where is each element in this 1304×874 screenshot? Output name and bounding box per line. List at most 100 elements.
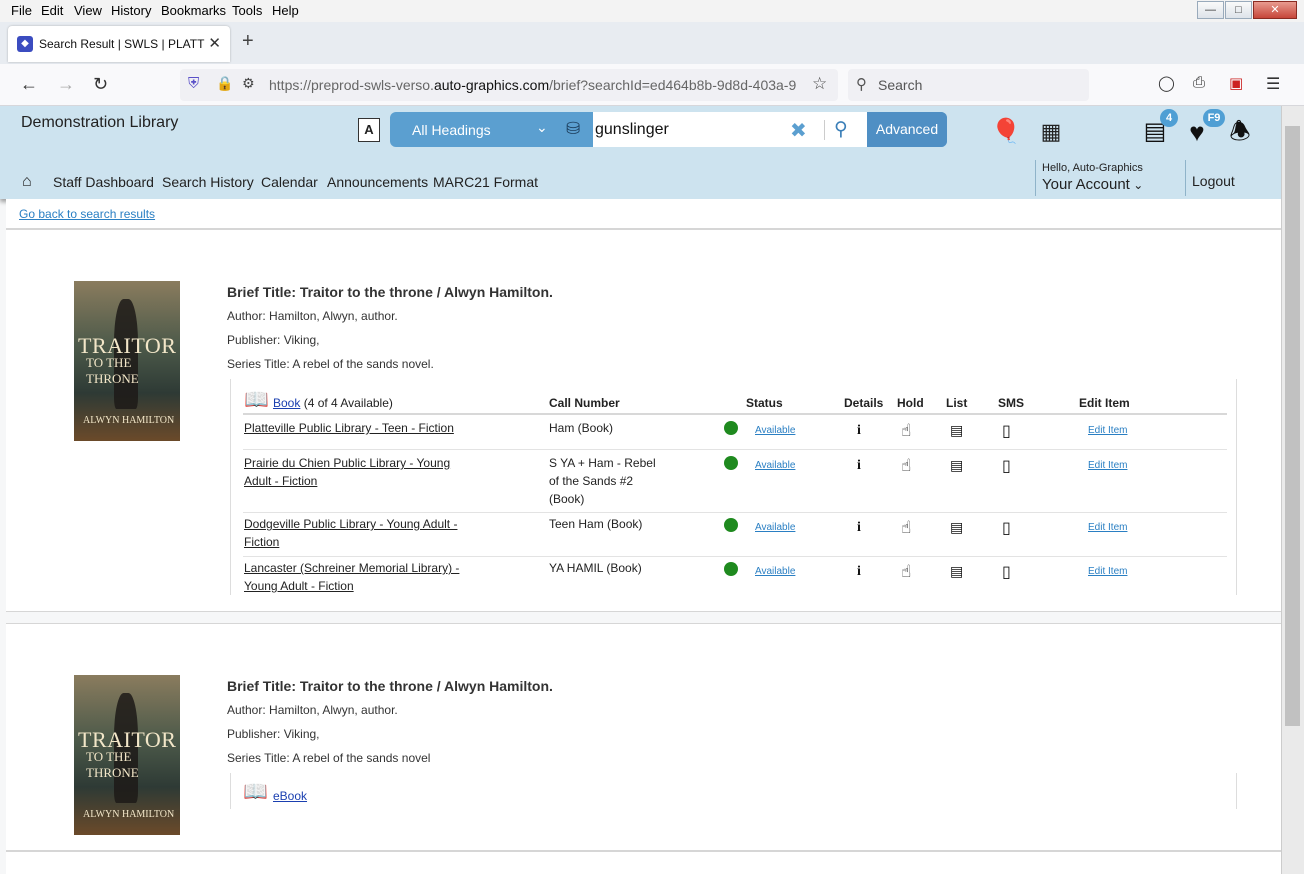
- back-arrow-icon[interactable]: ←: [20, 74, 38, 95]
- hold-hand-icon[interactable]: ☝: [901, 421, 911, 441]
- tab-strip: ◆ Search Result | SWLS | PLATT | A ✕ +: [0, 22, 1304, 64]
- browser-tab[interactable]: ◆ Search Result | SWLS | PLATT | A ✕: [8, 26, 230, 62]
- home-icon[interactable]: ⌂: [22, 173, 32, 191]
- notifications-bell-icon[interactable]: 🕭: [1224, 116, 1256, 148]
- bookmark-star-icon[interactable]: ☆: [812, 74, 827, 94]
- new-tab-icon[interactable]: +: [242, 30, 254, 53]
- clear-search-icon[interactable]: ✖: [790, 118, 807, 143]
- cover-author: ALWYN HAMILTON: [83, 809, 175, 820]
- maximize-button[interactable]: □: [1225, 1, 1252, 19]
- menu-bookmarks[interactable]: Bookmarks: [161, 3, 226, 18]
- edit-item-link[interactable]: Edit Item: [1088, 425, 1127, 436]
- lock-icon[interactable]: 🔒: [216, 75, 233, 92]
- back-to-results-link[interactable]: Go back to search results: [19, 207, 155, 221]
- reload-icon[interactable]: ↻: [93, 74, 108, 95]
- brief-title[interactable]: Brief Title: Traitor to the throne / Alw…: [227, 284, 553, 300]
- nav-calendar[interactable]: Calendar: [261, 174, 318, 190]
- balloon-icon[interactable]: 🎈: [990, 116, 1022, 148]
- hold-hand-icon[interactable]: ☝: [901, 562, 911, 582]
- available-dot-icon: [724, 456, 738, 470]
- forward-arrow-icon[interactable]: →: [57, 74, 75, 95]
- menu-view[interactable]: View: [74, 3, 102, 18]
- col-list: List: [946, 396, 968, 410]
- app-menu-icon[interactable]: ☰: [1266, 74, 1280, 94]
- status-available-link[interactable]: Available: [755, 566, 795, 577]
- logout-link[interactable]: Logout: [1192, 173, 1235, 189]
- status-available-link[interactable]: Available: [755, 460, 795, 471]
- chevron-down-icon: ⌄: [1129, 178, 1144, 192]
- nav-announcements[interactable]: Announcements: [327, 174, 428, 190]
- sms-phone-icon[interactable]: ▯: [1002, 518, 1011, 538]
- menu-edit[interactable]: Edit: [41, 3, 63, 18]
- library-link[interactable]: Prairie du Chien Public Library - Young A…: [244, 454, 474, 490]
- chevron-down-icon[interactable]: ⌄: [536, 119, 548, 136]
- hold-hand-icon[interactable]: ☝: [901, 456, 911, 476]
- nav-search-history[interactable]: Search History: [162, 174, 254, 190]
- close-window-button[interactable]: ✕: [1253, 1, 1297, 19]
- browser-search-input[interactable]: ⚲ Search: [848, 69, 1089, 101]
- sms-phone-icon[interactable]: ▯: [1002, 421, 1011, 441]
- search-input[interactable]: [593, 112, 867, 147]
- col-edit-item: Edit Item: [1079, 396, 1130, 410]
- advanced-search-button[interactable]: Advanced: [867, 112, 947, 147]
- list-add-icon[interactable]: ▤: [950, 457, 963, 474]
- edit-item-link[interactable]: Edit Item: [1088, 522, 1127, 533]
- nav-staff-dashboard[interactable]: Staff Dashboard: [53, 174, 154, 190]
- info-icon[interactable]: i: [857, 423, 861, 439]
- nav-marc21-format[interactable]: MARC21 Format: [433, 174, 538, 190]
- status-available-link[interactable]: Available: [755, 425, 795, 436]
- format-book-link[interactable]: Book: [273, 396, 300, 410]
- search-button-icon[interactable]: ⚲: [834, 118, 848, 141]
- col-status: Status: [746, 396, 783, 410]
- result-card: TRAITOR TO THE THRONE ALWYN HAMILTON Bri…: [6, 229, 1281, 612]
- catalog-search-icon[interactable]: ▦: [1035, 116, 1067, 148]
- status-available-link[interactable]: Available: [755, 522, 795, 533]
- book-icon: 📖: [244, 389, 269, 411]
- divider: [1035, 160, 1036, 196]
- available-dot-icon: [724, 518, 738, 532]
- info-icon[interactable]: i: [857, 520, 861, 536]
- sms-phone-icon[interactable]: ▯: [1002, 562, 1011, 582]
- edit-item-link[interactable]: Edit Item: [1088, 566, 1127, 577]
- sms-phone-icon[interactable]: ▯: [1002, 456, 1011, 476]
- library-link[interactable]: Lancaster (Schreiner Memorial Library) -…: [244, 559, 474, 595]
- result-card: TRAITOR TO THE THRONE ALWYN HAMILTON Bri…: [6, 623, 1281, 851]
- book-cover-image[interactable]: TRAITOR TO THE THRONE ALWYN HAMILTON: [74, 281, 180, 441]
- publisher: Publisher: Viking,: [227, 727, 320, 741]
- list-add-icon[interactable]: ▤: [950, 422, 963, 439]
- format-ebook-link[interactable]: eBook: [273, 789, 307, 803]
- permissions-icon[interactable]: ⚙: [242, 75, 255, 92]
- info-icon[interactable]: i: [857, 564, 861, 580]
- minimize-button[interactable]: —: [1197, 1, 1224, 19]
- menu-file[interactable]: File: [11, 3, 32, 18]
- language-icon[interactable]: A: [358, 118, 380, 142]
- site-header: Demonstration Library A All Headings ⌄ ⛁…: [0, 106, 1281, 199]
- page-scrollbar[interactable]: [1281, 106, 1304, 874]
- list-add-icon[interactable]: ▤: [950, 519, 963, 536]
- menu-history[interactable]: History: [111, 3, 151, 18]
- menu-help[interactable]: Help: [272, 3, 299, 18]
- scrollbar-thumb[interactable]: [1285, 126, 1300, 726]
- library-link[interactable]: Platteville Public Library - Teen - Fict…: [244, 419, 474, 437]
- list-add-icon[interactable]: ▤: [950, 563, 963, 580]
- pocket-icon[interactable]: ◯: [1158, 74, 1175, 92]
- database-icon[interactable]: ⛁: [566, 119, 580, 139]
- close-tab-icon[interactable]: ✕: [208, 34, 221, 52]
- library-link[interactable]: Dodgeville Public Library - Young Adult …: [244, 515, 474, 551]
- brief-title[interactable]: Brief Title: Traitor to the throne / Alw…: [227, 678, 553, 694]
- info-icon[interactable]: i: [857, 458, 861, 474]
- book-cover-image[interactable]: TRAITOR TO THE THRONE ALWYN HAMILTON: [74, 675, 180, 835]
- url-bar[interactable]: ⛨ 🔒 ⚙ https://preprod-swls-verso.auto-gr…: [180, 69, 838, 101]
- extension-icon[interactable]: ▣: [1229, 74, 1243, 92]
- menu-bar: File Edit View History Bookmarks Tools H…: [0, 0, 1304, 22]
- list-count-badge: 4: [1160, 109, 1178, 127]
- heading-select[interactable]: All Headings: [412, 122, 491, 138]
- print-icon[interactable]: ⎙: [1193, 74, 1205, 91]
- author: Author: Hamilton, Alwyn, author.: [227, 309, 398, 323]
- menu-tools[interactable]: Tools: [232, 3, 262, 18]
- shield-icon[interactable]: ⛨: [188, 75, 199, 92]
- edit-item-link[interactable]: Edit Item: [1088, 460, 1127, 471]
- browser-toolbar: ← → ↻ ⛨ 🔒 ⚙ https://preprod-swls-verso.a…: [0, 64, 1304, 106]
- account-menu[interactable]: Your Account ⌄: [1042, 176, 1143, 193]
- hold-hand-icon[interactable]: ☝: [901, 518, 911, 538]
